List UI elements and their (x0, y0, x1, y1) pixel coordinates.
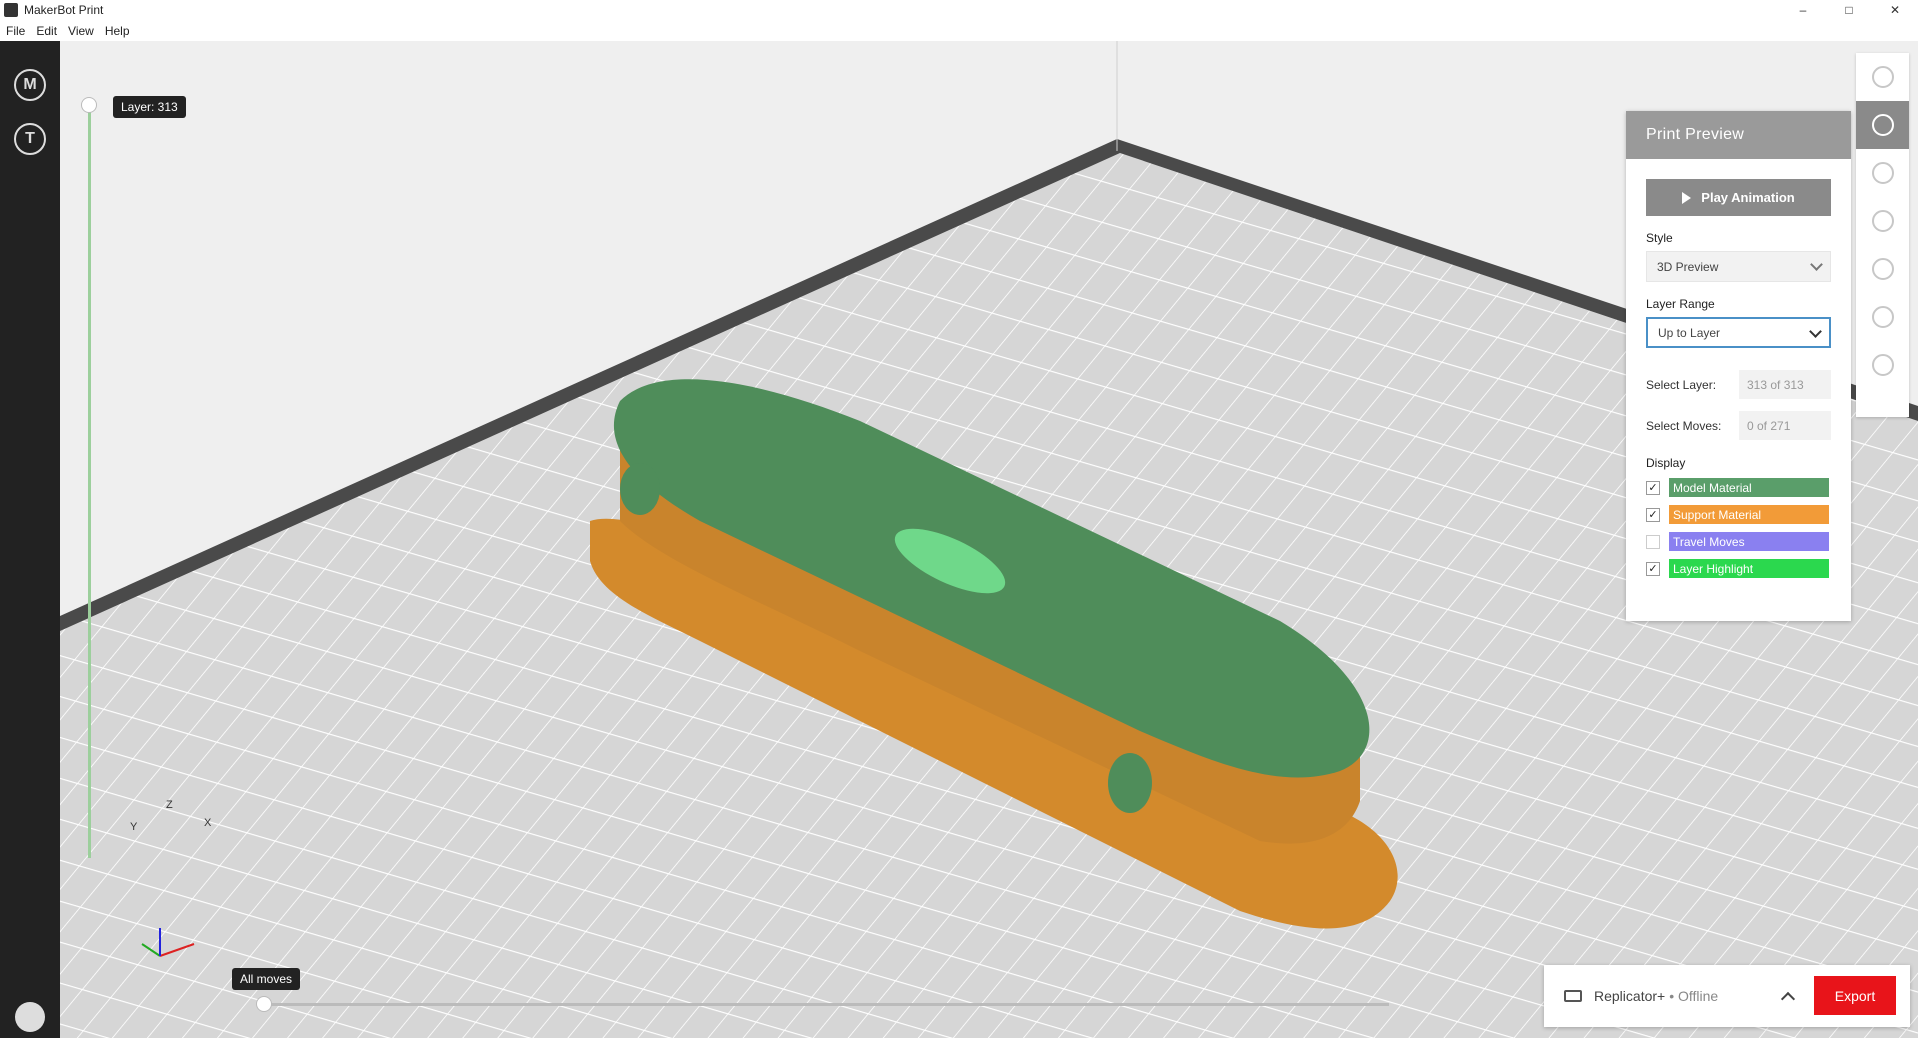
select-layer-label: Select Layer: (1646, 377, 1717, 392)
arrange-icon (1871, 258, 1894, 280)
moves-slider-track[interactable] (264, 1003, 1389, 1006)
support-material-swatch: Support Material (1669, 505, 1829, 524)
rotate-button[interactable] (1856, 293, 1909, 341)
scale-button[interactable] (1856, 341, 1909, 389)
chevron-up-icon[interactable] (1780, 991, 1796, 1007)
printer-icon (1564, 990, 1582, 1002)
chevron-down-icon (1810, 258, 1823, 271)
right-tool-rail (1856, 53, 1909, 417)
menu-view[interactable]: View (62, 24, 99, 38)
info-button[interactable] (1856, 149, 1909, 197)
select-moves-label: Select Moves: (1646, 418, 1722, 433)
display-item-support[interactable]: ✓ Support Material (1646, 505, 1831, 524)
scale-icon (1871, 354, 1894, 376)
select-layer-field[interactable]: 313 of 313 (1739, 370, 1831, 399)
menu-help[interactable]: Help (99, 24, 135, 38)
close-button[interactable]: ✕ (1872, 0, 1918, 20)
layer-range-value: Up to Layer (1658, 325, 1721, 340)
travel-moves-swatch: Travel Moves (1669, 532, 1829, 551)
panel-title: Print Preview (1626, 111, 1851, 159)
settings-button[interactable] (1856, 197, 1909, 245)
app-icon (4, 3, 18, 17)
window-title: MakerBot Print (24, 3, 104, 17)
menu-bar: File Edit View Help (0, 20, 1918, 41)
thingiverse-icon[interactable]: T (14, 123, 46, 155)
left-sidebar: M T (0, 41, 60, 1038)
play-animation-label: Play Animation (1701, 190, 1795, 205)
info-icon (1871, 162, 1894, 184)
axis-label-y: Y (130, 821, 138, 833)
play-animation-button[interactable]: Play Animation (1646, 179, 1831, 216)
select-moves-field[interactable]: 0 of 271 (1739, 411, 1831, 440)
layer-highlight-swatch: Layer Highlight (1669, 559, 1829, 578)
chevron-down-icon (1809, 325, 1822, 338)
print-preview-panel: Print Preview Play Animation Style 3D Pr… (1626, 111, 1851, 621)
settings-icon (1871, 210, 1894, 232)
checkbox-travel[interactable] (1646, 534, 1660, 549)
moves-slider-thumb[interactable] (256, 996, 272, 1012)
checkbox-model[interactable]: ✓ (1646, 480, 1660, 495)
layers-button[interactable] (1856, 101, 1909, 149)
style-select[interactable]: 3D Preview (1646, 251, 1831, 282)
axis-label-x: X (204, 817, 212, 829)
preview-sphere-button[interactable] (1856, 53, 1909, 101)
model-material-swatch: Model Material (1669, 478, 1829, 497)
checkbox-support[interactable]: ✓ (1646, 507, 1660, 522)
preview-sphere-icon (1871, 66, 1894, 88)
title-bar: MakerBot Print – □ ✕ (0, 0, 1918, 20)
layer-range-select[interactable]: Up to Layer (1646, 317, 1831, 348)
printer-status: • Offline (1669, 988, 1719, 1004)
layer-tooltip: Layer: 313 (113, 96, 186, 118)
printer-name[interactable]: Replicator+ (1594, 988, 1665, 1004)
moves-tooltip: All moves (232, 968, 301, 990)
rear-wheel (1108, 753, 1152, 813)
menu-edit[interactable]: Edit (30, 24, 62, 38)
model-library-icon[interactable] (15, 1002, 45, 1032)
style-label: Style (1646, 231, 1673, 245)
layer-slider-track[interactable] (88, 106, 91, 858)
printer-bar: Replicator+ • Offline Export (1544, 965, 1910, 1027)
arrange-button[interactable] (1856, 245, 1909, 293)
makerbot-logo-icon[interactable]: M (14, 69, 46, 101)
display-item-model[interactable]: ✓ Model Material (1646, 478, 1831, 497)
display-item-travel[interactable]: Travel Moves (1646, 532, 1831, 551)
minimize-button[interactable]: – (1780, 0, 1826, 20)
checkbox-highlight[interactable]: ✓ (1646, 561, 1660, 576)
front-wheel (620, 463, 660, 515)
display-item-highlight[interactable]: ✓ Layer Highlight (1646, 559, 1831, 578)
style-value: 3D Preview (1657, 259, 1719, 274)
layers-icon (1871, 114, 1894, 136)
display-label: Display (1646, 456, 1686, 470)
maximize-button[interactable]: □ (1826, 0, 1872, 20)
play-icon (1682, 191, 1692, 204)
menu-file[interactable]: File (0, 24, 30, 38)
rotate-icon (1871, 306, 1894, 328)
export-button[interactable]: Export (1814, 976, 1896, 1015)
layer-range-label: Layer Range (1646, 297, 1715, 311)
axis-label-z: Z (166, 799, 173, 811)
layer-slider-thumb[interactable] (81, 97, 97, 113)
